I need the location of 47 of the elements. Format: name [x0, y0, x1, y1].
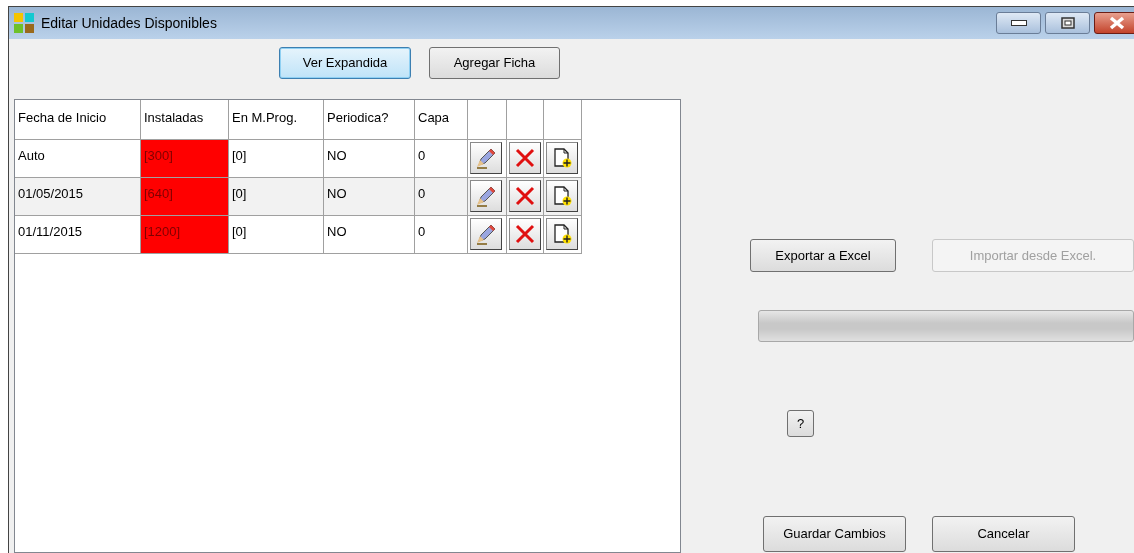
edit-button[interactable] — [470, 142, 502, 174]
pencil-icon — [475, 223, 497, 245]
delete-icon — [514, 223, 536, 245]
add-document-icon — [551, 185, 573, 207]
pencil-icon — [475, 147, 497, 169]
maximize-icon — [1060, 17, 1075, 29]
table-cell: 0 — [415, 140, 468, 178]
close-button[interactable] — [1094, 12, 1134, 34]
close-icon — [1108, 16, 1126, 30]
minimize-button[interactable] — [996, 12, 1041, 34]
table-cell: [640] — [141, 178, 229, 216]
toolbar-button[interactable]: Agregar Ficha — [429, 47, 560, 79]
maximize-button[interactable] — [1045, 12, 1090, 34]
table-cell: 01/05/2015 — [15, 178, 141, 216]
table-cell: 01/11/2015 — [15, 216, 141, 254]
table-cell: [1200] — [141, 216, 229, 254]
cancel-button[interactable]: Cancelar — [932, 516, 1075, 552]
add-document-icon — [551, 147, 573, 169]
table-cell: [0] — [229, 216, 324, 254]
table-cell: [0] — [229, 140, 324, 178]
table-cell: [0] — [229, 178, 324, 216]
help-button[interactable]: ? — [787, 410, 814, 437]
table-cell: [300] — [141, 140, 229, 178]
window-title: Editar Unidades Disponibles — [41, 13, 217, 33]
delete-button[interactable] — [509, 218, 541, 250]
table-cell: NO — [324, 216, 415, 254]
add-button[interactable] — [546, 142, 578, 174]
minimize-icon — [1010, 20, 1027, 26]
edit-button[interactable] — [470, 180, 502, 212]
table-cell: Auto — [15, 140, 141, 178]
add-button[interactable] — [546, 180, 578, 212]
table-cell: NO — [324, 140, 415, 178]
save-button[interactable]: Guardar Cambios — [763, 516, 906, 552]
add-document-icon — [551, 223, 573, 245]
toolbar-button[interactable]: Ver Expandida — [279, 47, 411, 79]
table-cell: 0 — [415, 178, 468, 216]
table-cell: NO — [324, 178, 415, 216]
delete-icon — [514, 185, 536, 207]
table-cell: 0 — [415, 216, 468, 254]
delete-icon — [514, 147, 536, 169]
delete-button[interactable] — [509, 180, 541, 212]
add-button[interactable] — [546, 218, 578, 250]
delete-button[interactable] — [509, 142, 541, 174]
app-icon — [13, 12, 35, 34]
export-button[interactable]: Exportar a Excel — [750, 239, 896, 272]
edit-button[interactable] — [470, 218, 502, 250]
pencil-icon — [475, 185, 497, 207]
